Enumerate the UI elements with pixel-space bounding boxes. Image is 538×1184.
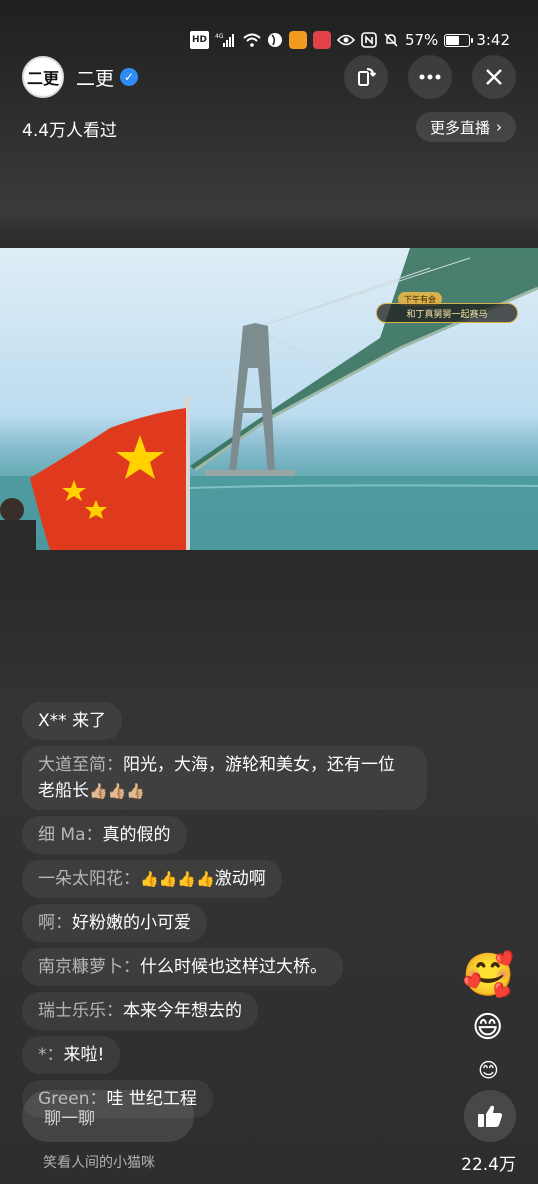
comment-bubble[interactable]: 细 Ma：真的假的 (22, 816, 187, 854)
more-options-button[interactable] (408, 55, 452, 99)
hd-icon: HD (189, 31, 209, 49)
app-notification-icon (288, 31, 307, 49)
wifi-icon (243, 31, 261, 49)
status-bar: HD 4G 57% 3:42 (189, 28, 510, 52)
nfc-icon (361, 31, 377, 49)
comment-row: 一朵太阳花：👍👍👍👍激动啊 (22, 860, 432, 904)
more-live-button[interactable]: 更多直播 › (415, 112, 516, 142)
clock: 3:42 (476, 31, 510, 49)
comment-user[interactable]: X** (38, 711, 67, 731)
comment-row: 南京糠萝卜：什么时候也这样过大桥。 (22, 948, 432, 992)
live-video[interactable]: 下午有会 和丁真舅舅一起赛马 (0, 248, 538, 550)
comment-separator: ： (123, 869, 140, 889)
rotate-screen-button[interactable] (344, 55, 388, 99)
eye-icon (336, 31, 355, 49)
comment-row: 大道至简：阳光，大海，游轮和美女，还有一位老船长👍🏼👍🏼👍🏼 (22, 746, 432, 816)
video-frame (0, 248, 538, 550)
comment-bubble[interactable]: 一朵太阳花：👍👍👍👍激动啊 (22, 860, 282, 898)
chevron-right-icon: › (496, 118, 502, 136)
more-live-label: 更多直播 (429, 118, 490, 137)
svg-text:4G: 4G (215, 33, 224, 40)
comment-text: 本来今年想去的 (123, 1001, 242, 1021)
comment-separator: ： (46, 1045, 64, 1065)
floating-reaction-icon: 😊 (478, 1058, 499, 1082)
viewer-count: 4.4万人看过 (22, 121, 118, 141)
comment-text: 什么时候也这样过大桥。 (140, 957, 327, 977)
comment-separator: ： (85, 825, 103, 845)
close-icon (486, 69, 502, 85)
chat-input[interactable]: 聊一聊 (22, 1090, 194, 1142)
ellipsis-icon (419, 74, 441, 80)
comment-bubble[interactable]: 瑞士乐乐：本来今年想去的 (22, 992, 258, 1030)
comment-row: 瑞士乐乐：本来今年想去的 (22, 992, 432, 1036)
comment-row: X** 来了 (22, 702, 432, 746)
floating-reaction-icon: 😄 (472, 1010, 504, 1045)
comment-bubble[interactable]: 啊：好粉嫩的小可爱 (22, 904, 207, 942)
thumbs-up-emoji-icon: 👍👍👍👍 (140, 870, 215, 888)
app-notification-icon (312, 31, 331, 49)
comment-separator: ： (55, 913, 72, 933)
anchor-name[interactable]: 二更 (76, 64, 114, 91)
comment-list: X** 来了大道至简：阳光，大海，游轮和美女，还有一位老船长👍🏼👍🏼👍🏼 细 Ma… (22, 702, 432, 1124)
comment-text: 好粉嫩的小可爱 (72, 913, 191, 933)
comment-text: 激动啊 (214, 869, 266, 889)
mute-bell-icon (383, 31, 399, 49)
comment-separator: ： (123, 957, 140, 977)
comment-separator: ： (106, 755, 123, 775)
anchor-avatar[interactable]: 二更 (22, 56, 64, 98)
comment-user[interactable]: 大道至简 (38, 755, 106, 775)
comment-bubble[interactable]: *：来啦! (22, 1036, 121, 1074)
comment-user[interactable]: 细 Ma (38, 825, 86, 845)
comment-user[interactable]: 南京糠萝卜 (38, 957, 123, 977)
comment-user[interactable]: 瑞士乐乐 (38, 1001, 106, 1021)
comment-user[interactable]: 一朵太阳花 (38, 869, 123, 889)
video-caption: 和丁真舅舅一起赛马 (376, 303, 518, 323)
like-count: 22.4万 (461, 1155, 516, 1175)
thumbs-up-icon (478, 1105, 503, 1127)
battery-percent: 57% (404, 31, 439, 49)
live-header: 二更 二更 ✓ (22, 55, 516, 99)
comment-text: 来啦! (63, 1045, 105, 1065)
comment-text: 来了 (72, 711, 107, 731)
comment-row: 啊：好粉嫩的小可爱 (22, 904, 432, 948)
comment-user[interactable]: 啊 (38, 913, 55, 933)
close-button[interactable] (472, 55, 516, 99)
comment-user[interactable]: * (38, 1045, 47, 1065)
comment-row: *：来啦! (22, 1036, 432, 1080)
comment-bubble[interactable]: 南京糠萝卜：什么时候也这样过大桥。 (22, 948, 343, 986)
verified-check-icon: ✓ (120, 68, 139, 86)
comment-bubble[interactable]: 大道至简：阳光，大海，游轮和美女，还有一位老船长👍🏼👍🏼👍🏼 (22, 746, 427, 810)
rotate-icon (358, 68, 377, 86)
signal-icon: 4G (215, 31, 237, 49)
thumbs-up-emoji-icon: 👍🏼👍🏼👍🏼 (89, 782, 146, 800)
join-notice[interactable]: X** 来了 (22, 702, 123, 740)
comment-text: 真的假的 (102, 825, 171, 845)
globe-icon (267, 31, 283, 49)
like-button[interactable] (464, 1090, 516, 1142)
header-actions (344, 55, 516, 99)
battery-icon (444, 33, 474, 47)
floating-reaction-icon: 🥰 (462, 950, 515, 999)
current-user-name: 笑看人间的小猫咪 (43, 1155, 155, 1171)
comment-separator: ： (106, 1001, 123, 1021)
comment-row: 细 Ma：真的假的 (22, 816, 432, 860)
